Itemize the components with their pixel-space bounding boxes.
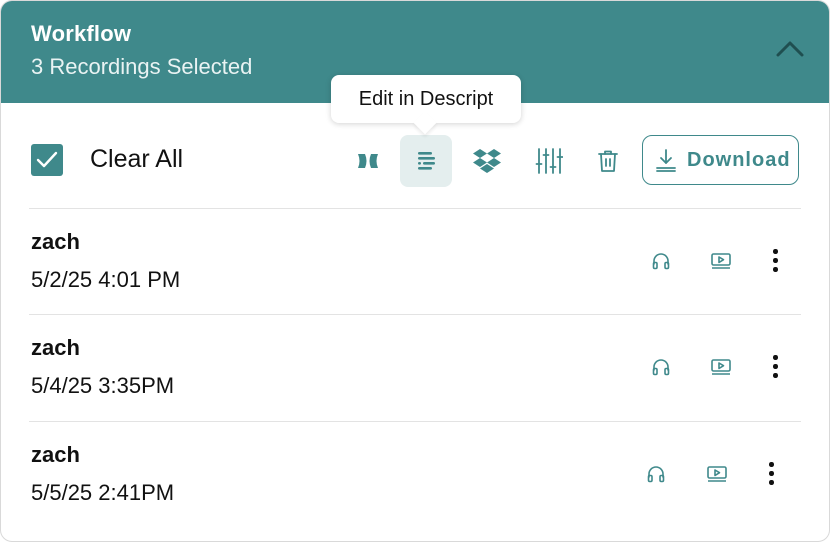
- recording-date: 5/5/25 2:41PM: [31, 480, 175, 505]
- video-play-icon: [707, 466, 727, 482]
- workflow-panel: Workflow 3 Recordings Selected Clear All: [0, 0, 830, 542]
- recording-name: zach: [31, 335, 80, 360]
- recording-row[interactable]: zach 5/4/25 3:35PM: [1, 315, 829, 421]
- trash-icon: [598, 150, 618, 172]
- select-all-checkbox[interactable]: [31, 144, 63, 176]
- tooltip: Edit in Descript: [331, 75, 521, 123]
- dropbox-icon: [473, 149, 501, 173]
- panel-title: Workflow: [31, 21, 132, 46]
- descript-edit-icon: [418, 152, 435, 170]
- selection-toolbar: Clear All Download: [1, 129, 829, 193]
- listen-button[interactable]: [647, 247, 675, 275]
- video-play-icon: [711, 253, 731, 269]
- check-icon: [36, 151, 58, 168]
- clear-all-button[interactable]: Clear All: [90, 145, 183, 174]
- chevron-up-icon: [776, 41, 804, 57]
- dropbox-button[interactable]: [461, 135, 513, 187]
- descript-bowtie-icon: [358, 154, 378, 168]
- download-label: Download: [687, 148, 791, 171]
- sliders-icon: [535, 148, 563, 174]
- recording-name: zach: [31, 442, 80, 467]
- more-options-button[interactable]: [767, 245, 783, 277]
- descript-export-button[interactable]: [342, 135, 394, 187]
- headphones-icon: [652, 359, 670, 376]
- more-options-button[interactable]: [763, 458, 779, 490]
- recording-date: 5/4/25 3:35PM: [31, 373, 175, 398]
- play-video-button[interactable]: [707, 247, 735, 275]
- recording-row[interactable]: zach 5/2/25 4:01 PM: [1, 209, 829, 315]
- download-icon: [656, 149, 676, 172]
- play-video-button[interactable]: [707, 353, 735, 381]
- play-video-button[interactable]: [703, 460, 731, 488]
- more-options-button[interactable]: [767, 351, 783, 383]
- adjust-settings-button[interactable]: [523, 135, 575, 187]
- recording-row[interactable]: zach 5/5/25 2:41PM: [1, 422, 829, 528]
- recording-date: 5/2/25 4:01 PM: [31, 267, 181, 292]
- video-play-icon: [711, 359, 731, 375]
- headphones-icon: [652, 253, 670, 270]
- edit-in-descript-button[interactable]: [400, 135, 452, 187]
- recording-name: zach: [31, 229, 80, 254]
- listen-button[interactable]: [642, 460, 670, 488]
- headphones-icon: [647, 466, 665, 483]
- delete-button[interactable]: [582, 135, 634, 187]
- selection-count: 3 Recordings Selected: [31, 54, 253, 79]
- download-button[interactable]: Download: [642, 135, 799, 185]
- collapse-button[interactable]: [775, 37, 805, 61]
- listen-button[interactable]: [647, 353, 675, 381]
